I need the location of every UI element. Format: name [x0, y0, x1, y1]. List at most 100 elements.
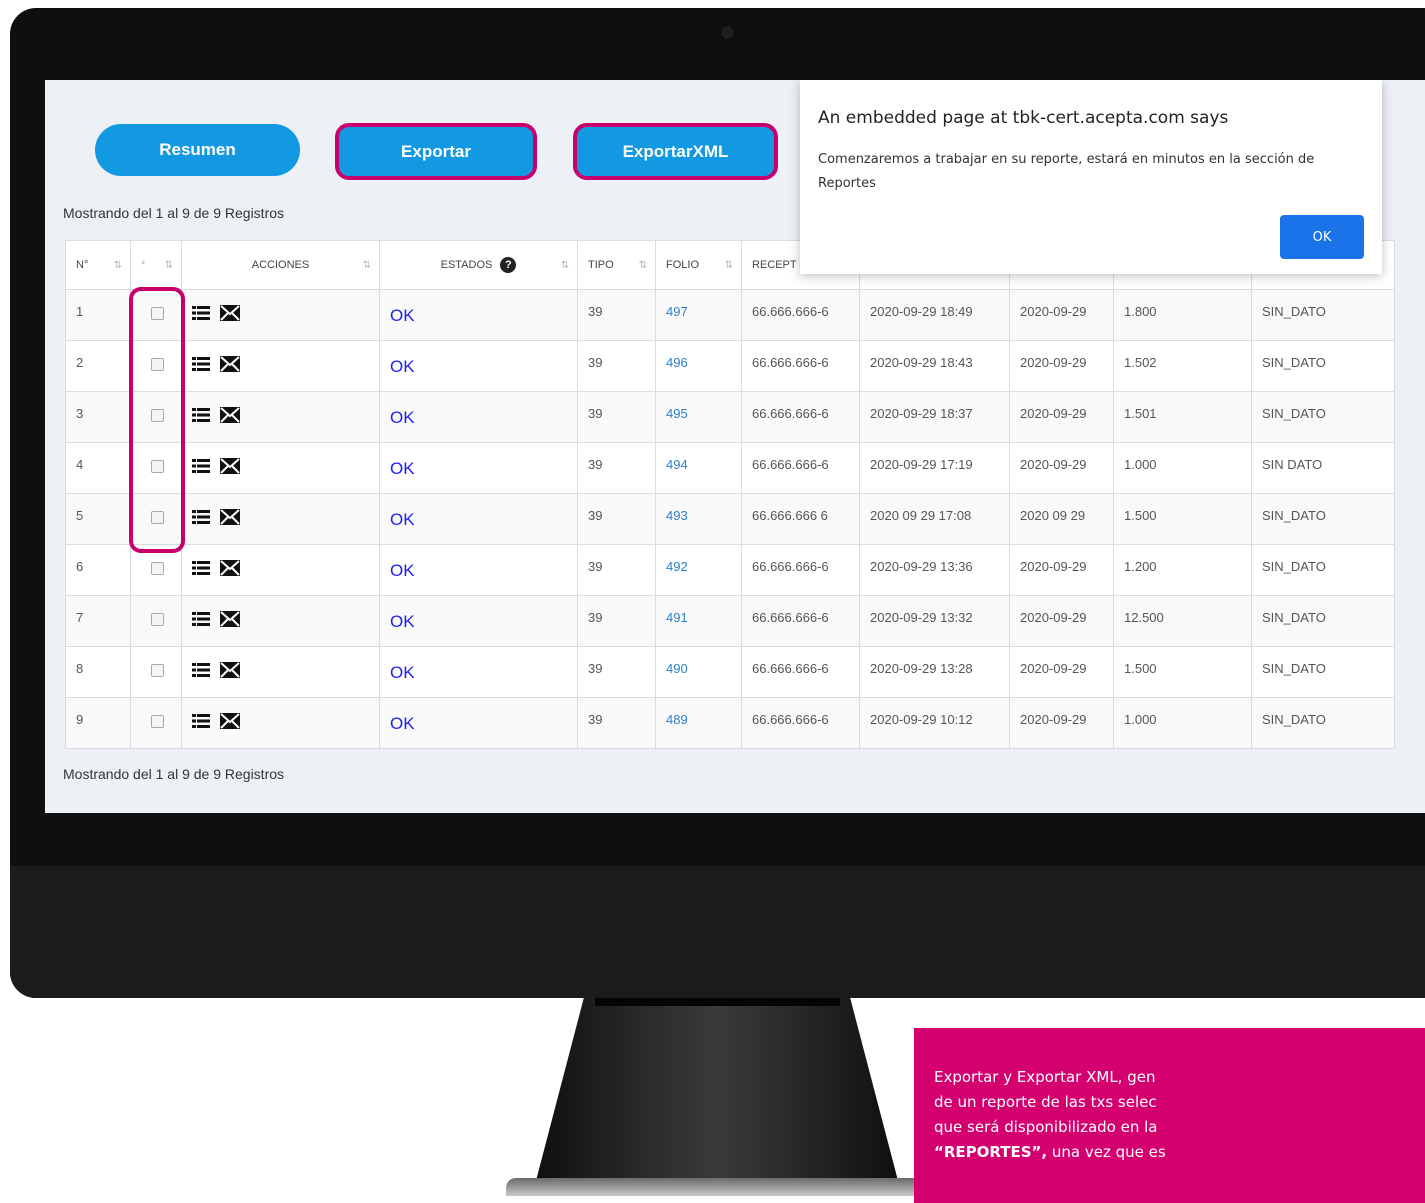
folio-link[interactable]: 489 [655, 697, 742, 749]
cell-fecha: 2020-09-29 17:19 [859, 442, 1010, 494]
cell-dato: SIN_DATO [1251, 544, 1395, 596]
exportar-button[interactable]: Exportar [335, 123, 537, 180]
sort-icon: ⇅ [113, 260, 122, 271]
col-header-acciones[interactable]: ACCIONES ⇅ [181, 240, 380, 290]
cell-select [130, 646, 182, 698]
list-icon[interactable] [192, 509, 210, 528]
row-checkbox[interactable] [151, 664, 164, 677]
list-icon[interactable] [192, 713, 210, 732]
envelope-icon[interactable] [220, 356, 240, 375]
cell-monto: 1.500 [1113, 493, 1252, 545]
cell-acciones [181, 697, 380, 749]
cell-fecha2: 2020-09-29 [1009, 595, 1114, 647]
cell-tipo: 39 [577, 391, 656, 443]
status-ok-link[interactable]: OK [390, 561, 415, 581]
list-icon[interactable] [192, 407, 210, 426]
col-header-folio[interactable]: FOLIO ⇅ [655, 240, 742, 290]
col-header-tipo[interactable]: TIPO ⇅ [577, 240, 656, 290]
envelope-icon[interactable] [220, 560, 240, 579]
cell-n: 1 [65, 289, 131, 341]
status-ok-link[interactable]: OK [390, 510, 415, 530]
cell-fecha2: 2020-09-29 [1009, 391, 1114, 443]
table-row: 7 OK 39 491 66.666.666-6 2020-09-29 13:32 2020… [65, 595, 1395, 647]
cell-estado: OK [379, 493, 578, 545]
folio-link[interactable]: 497 [655, 289, 742, 341]
folio-link[interactable]: 492 [655, 544, 742, 596]
envelope-icon[interactable] [220, 611, 240, 630]
cell-acciones [181, 493, 380, 545]
cell-receptor: 66.666.666-6 [741, 544, 860, 596]
cell-tipo: 39 [577, 646, 656, 698]
cell-monto: 1.000 [1113, 697, 1252, 749]
cell-tipo: 39 [577, 544, 656, 596]
status-ok-link[interactable]: OK [390, 408, 415, 428]
cell-tipo: 39 [577, 289, 656, 341]
help-icon[interactable]: ? [500, 257, 517, 273]
row-checkbox[interactable] [151, 613, 164, 626]
col-header-n[interactable]: N° ⇅ [65, 240, 131, 290]
status-ok-link[interactable]: OK [390, 663, 415, 683]
status-ok-link[interactable]: OK [390, 357, 415, 377]
col-header-estados[interactable]: ESTADOS? ⇅ [379, 240, 578, 290]
list-icon[interactable] [192, 560, 210, 579]
cell-fecha2: 2020-09-29 [1009, 442, 1114, 494]
table-row: 2 OK 39 496 66.666.666-6 2020-09-29 18:43 2020… [65, 340, 1395, 392]
list-icon[interactable] [192, 611, 210, 630]
cell-fecha2: 2020 09 29 [1009, 493, 1114, 545]
records-table: N° ⇅ * ⇅ ACCIONES ⇅ ESTADOS? ⇅ TIPO ⇅ FOLIO ⇅ … [65, 240, 1395, 749]
status-ok-link[interactable]: OK [390, 306, 415, 326]
resumen-button[interactable]: Resumen [95, 124, 300, 176]
envelope-icon[interactable] [220, 662, 240, 681]
cell-acciones [181, 646, 380, 698]
folio-link[interactable]: 494 [655, 442, 742, 494]
cell-fecha: 2020-09-29 10:12 [859, 697, 1010, 749]
envelope-icon[interactable] [220, 713, 240, 732]
cell-n: 3 [65, 391, 131, 443]
envelope-icon[interactable] [220, 509, 240, 528]
cell-n: 8 [65, 646, 131, 698]
status-ok-link[interactable]: OK [390, 612, 415, 632]
cell-fecha: 2020-09-29 18:43 [859, 340, 1010, 392]
envelope-icon[interactable] [220, 305, 240, 324]
cell-select [130, 697, 182, 749]
list-icon[interactable] [192, 662, 210, 681]
cell-select [130, 595, 182, 647]
cell-monto: 1.502 [1113, 340, 1252, 392]
table-row: 1 OK 39 497 66.666.666-6 2020-09-29 18:49 2020… [65, 289, 1395, 341]
records-info-bottom: Mostrando del 1 al 9 de 9 Registros [63, 766, 285, 782]
status-ok-link[interactable]: OK [390, 714, 415, 734]
cell-tipo: 39 [577, 493, 656, 545]
list-icon[interactable] [192, 305, 210, 324]
callout-line: que será disponibilizado en la [934, 1118, 1158, 1136]
folio-link[interactable]: 496 [655, 340, 742, 392]
cell-receptor: 66.666.666-6 [741, 442, 860, 494]
cell-n: 7 [65, 595, 131, 647]
folio-link[interactable]: 490 [655, 646, 742, 698]
sort-icon: ⇅ [638, 260, 647, 271]
status-ok-link[interactable]: OK [390, 459, 415, 479]
cell-receptor: 66.666.666-6 [741, 340, 860, 392]
cell-acciones [181, 595, 380, 647]
cell-receptor: 66.666.666-6 [741, 697, 860, 749]
envelope-icon[interactable] [220, 458, 240, 477]
stand-shadow [595, 998, 840, 1006]
list-icon[interactable] [192, 356, 210, 375]
cell-fecha2: 2020-09-29 [1009, 340, 1114, 392]
cell-tipo: 39 [577, 340, 656, 392]
row-checkbox[interactable] [151, 562, 164, 575]
envelope-icon[interactable] [220, 407, 240, 426]
cell-acciones [181, 340, 380, 392]
cell-fecha2: 2020-09-29 [1009, 544, 1114, 596]
list-icon[interactable] [192, 458, 210, 477]
row-checkbox[interactable] [151, 715, 164, 728]
cell-n: 9 [65, 697, 131, 749]
folio-link[interactable]: 491 [655, 595, 742, 647]
dialog-ok-button[interactable]: OK [1280, 215, 1364, 259]
col-header-select[interactable]: * ⇅ [130, 240, 182, 290]
checkbox-highlight-box [129, 287, 185, 553]
table-row: 8 OK 39 490 66.666.666-6 2020-09-29 13:28 2020… [65, 646, 1395, 698]
cell-fecha2: 2020-09-29 [1009, 697, 1114, 749]
exportar-xml-button[interactable]: ExportarXML [573, 123, 778, 180]
folio-link[interactable]: 493 [655, 493, 742, 545]
folio-link[interactable]: 495 [655, 391, 742, 443]
